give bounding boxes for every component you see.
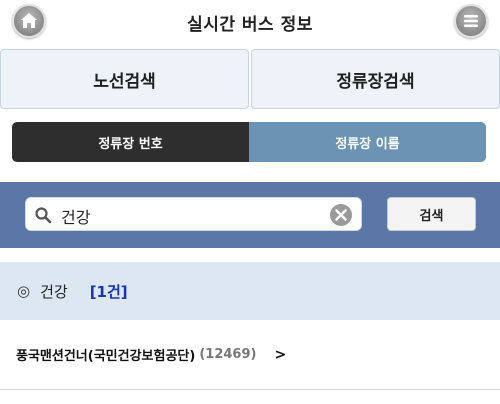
page-title: 실시간 버스 정보 [187,15,313,35]
app-header: 실시간 버스 정보 [0,0,500,46]
search-type-toggle: 정류장 번호 정류장 이름 [12,122,486,162]
menu-icon [464,15,478,27]
list-item[interactable]: 풍국맨션건너(국민건강보험공단) (12469) > [0,320,500,390]
tab-stop-search[interactable]: 정류장검색 [251,49,500,109]
chevron-right-icon: > [274,346,287,363]
clear-icon[interactable] [329,203,353,227]
search-button[interactable]: 검색 [387,197,476,231]
stop-id: (12469) [199,347,257,362]
search-input[interactable]: 건강 [25,197,362,231]
toggle-stop-name[interactable]: 정류장 이름 [249,122,486,162]
result-keyword: 건강 [40,282,68,301]
search-input-value: 건강 [61,208,91,227]
stop-name: 풍국맨션건너(국민건강보험공단) [16,349,196,364]
result-count: [1건] [89,282,128,301]
tab-route-search[interactable]: 노선검색 [0,49,249,109]
main-tabs: 노선검색 정류장검색 [0,49,500,111]
toggle-stop-number[interactable]: 정류장 번호 [12,122,249,162]
result-summary: ◎ 건강 [1건] [0,262,500,320]
search-icon [35,207,52,224]
search-bar: 건강 검색 [0,182,500,248]
result-bullet-icon: ◎ [17,282,31,300]
menu-button[interactable] [454,4,488,38]
